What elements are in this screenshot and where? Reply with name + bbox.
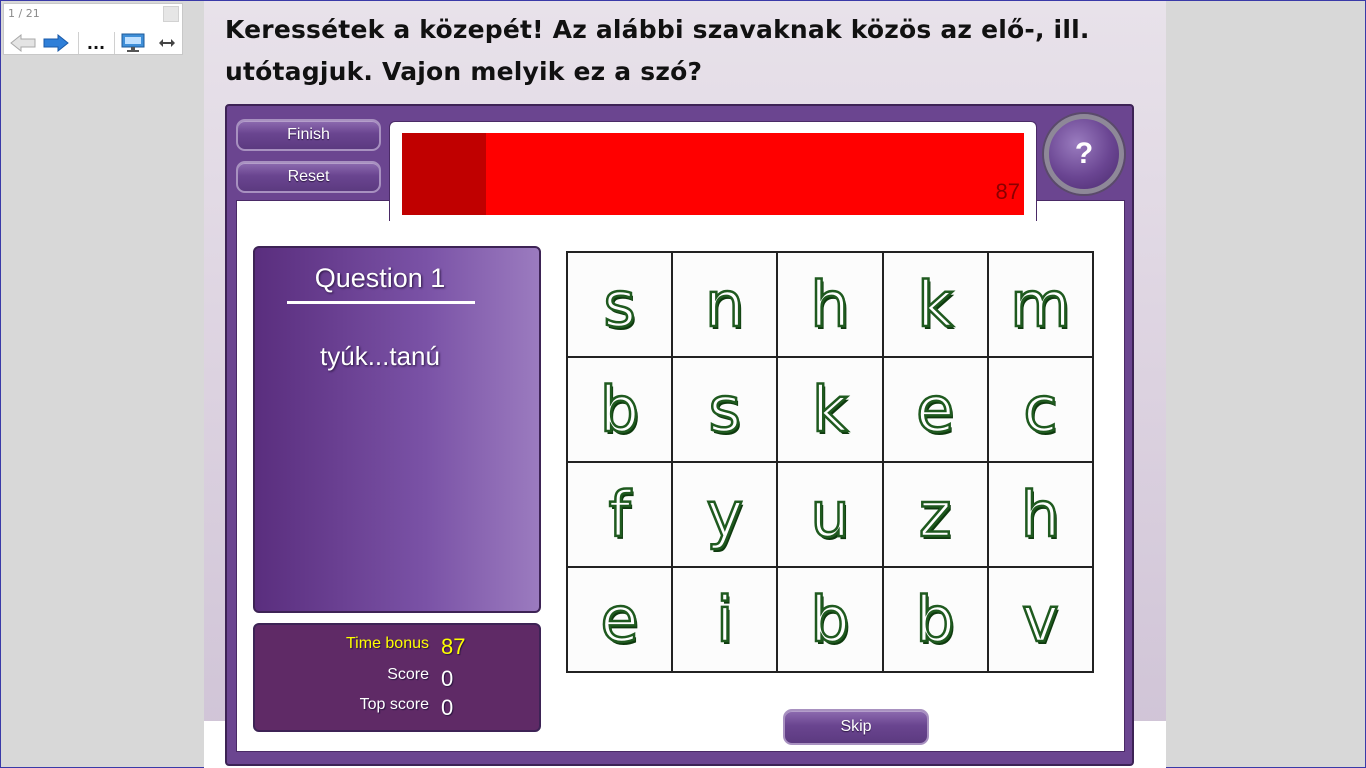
letter-tile[interactable]: c [987,357,1093,462]
letter-tile[interactable]: z [882,462,988,567]
arrow-left-icon [10,34,36,52]
question-underline [287,301,475,304]
top-score-value: 0 [441,695,454,720]
letter-tile[interactable]: h [777,252,883,357]
letter-tile[interactable]: f [567,462,673,567]
letter-tile[interactable]: k [882,252,988,357]
letter-tile[interactable]: s [672,357,778,462]
letter-tile[interactable]: v [987,567,1093,672]
timer-bar [402,133,1024,215]
toolbar-separator [78,32,79,54]
reset-button[interactable]: Reset [236,161,381,193]
timer-value: 87 [995,179,1020,204]
page-indicator: 1 / 21 [8,7,40,20]
fit-width-button[interactable] [152,32,182,54]
monitor-icon [121,33,145,52]
letter-tile[interactable]: s [567,252,673,357]
toolbar-separator [114,32,115,54]
letter-tile[interactable]: n [672,252,778,357]
letter-tile[interactable]: e [567,567,673,672]
letter-tile[interactable]: e [882,357,988,462]
time-bonus-label: Time bonus [346,635,429,652]
letter-tile[interactable]: h [987,462,1093,567]
timer-elapsed-fill [402,133,486,215]
letter-tile[interactable]: y [672,462,778,567]
letter-tile[interactable]: i [672,567,778,672]
letter-tile[interactable]: b [777,567,883,672]
question-title: Question 1 [314,263,446,293]
score-value: 0 [441,666,454,691]
question-prompt: tyúk...tanú [320,341,440,371]
time-bonus-value: 87 [441,634,466,659]
presentation-button[interactable] [118,32,148,54]
finish-button[interactable]: Finish [236,119,381,151]
top-score-label: Top score [359,696,429,713]
horizontal-resize-icon [159,39,175,47]
slide-instruction: Keressétek a közepét! Az alábbi szavakna… [225,15,1090,86]
letter-tile[interactable]: k [777,357,883,462]
skip-button[interactable]: Skip [783,709,929,745]
previous-button[interactable] [8,32,38,54]
score-label: Score [387,666,429,683]
close-icon[interactable] [163,6,179,22]
arrow-right-icon [43,34,69,52]
letter-tile[interactable]: m [987,252,1093,357]
help-button[interactable]: ? [1044,114,1124,194]
letter-tile[interactable]: b [567,357,673,462]
more-button[interactable]: ... [82,32,110,54]
letter-tile[interactable]: u [777,462,883,567]
next-button[interactable] [40,32,72,54]
letter-tile[interactable]: b [882,567,988,672]
letter-grid: s n h k m b s k e c f y u z h e i b b v [566,251,1094,673]
viewer-toolbar: 1 / 21 ... [3,3,183,55]
